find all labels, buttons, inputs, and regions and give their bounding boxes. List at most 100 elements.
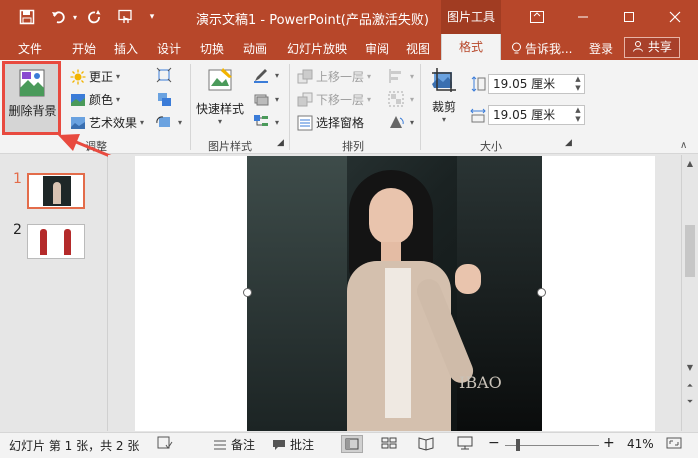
scroll-thumb[interactable]: [685, 225, 695, 277]
tab-slideshow[interactable]: 幻灯片放映: [287, 40, 347, 57]
normal-view-button[interactable]: [341, 435, 363, 453]
reading-view-button[interactable]: [416, 435, 438, 453]
ribbon-options-icon[interactable]: [514, 0, 560, 34]
picture-border-button[interactable]: ▾: [253, 67, 279, 83]
artistic-effects-icon: [71, 116, 85, 129]
remove-background-button[interactable]: 删除背景: [2, 61, 61, 135]
collapse-ribbon-icon[interactable]: ∧: [680, 140, 687, 151]
quick-styles-button[interactable]: 快速样式 ▾: [196, 66, 244, 126]
rotate-icon[interactable]: ▾: [388, 114, 414, 130]
next-slide-icon[interactable]: ⏷: [682, 395, 698, 409]
slide-thumbnail-2[interactable]: [27, 224, 85, 259]
notes-icon: [214, 440, 226, 449]
previous-slide-icon[interactable]: ⏶: [682, 379, 698, 393]
selected-picture[interactable]: IBAO: [247, 156, 542, 431]
fit-to-window-icon[interactable]: [665, 436, 683, 450]
size-dialog-launcher-icon[interactable]: ◢: [565, 138, 572, 148]
remove-background-icon: [19, 69, 45, 97]
undo-icon[interactable]: [48, 7, 70, 27]
maximize-icon[interactable]: [606, 0, 652, 34]
lightbulb-icon: [512, 42, 521, 54]
width-icon: [470, 107, 489, 123]
notes-button[interactable]: 备注: [213, 436, 255, 453]
sun-icon: [70, 69, 86, 84]
tab-review[interactable]: 审阅: [365, 40, 389, 57]
width-stepper[interactable]: ▲ ▼: [572, 106, 584, 124]
minimize-icon[interactable]: [560, 0, 606, 34]
width-value: 19.05 厘米: [493, 108, 556, 122]
zoom-slider-knob[interactable]: [516, 439, 520, 451]
send-backward-label: 下移一层: [316, 93, 365, 107]
scroll-up-icon[interactable]: ▲: [682, 157, 698, 171]
resize-handle-right[interactable]: [537, 288, 546, 297]
zoom-in-button[interactable]: +: [603, 435, 615, 451]
crop-label: 裁剪: [431, 100, 456, 114]
login-link[interactable]: 登录: [589, 40, 613, 57]
picture-layout-button[interactable]: ▾: [253, 114, 279, 130]
send-backward-icon: [297, 92, 313, 106]
tab-format[interactable]: 格式: [441, 34, 501, 61]
height-icon: [470, 76, 489, 92]
pen-icon: [254, 69, 268, 83]
bring-forward-button[interactable]: 上移一层 ▾: [297, 68, 371, 85]
compress-pictures-icon[interactable]: [156, 67, 175, 83]
undo-dropdown-icon[interactable]: ▾: [70, 7, 80, 27]
customize-icon[interactable]: ▾: [146, 7, 158, 27]
height-stepper[interactable]: ▲ ▼: [572, 75, 584, 93]
hand-shape: [455, 264, 481, 294]
vertical-scrollbar[interactable]: ▲ ▼ ⏶ ⏷: [681, 155, 698, 431]
tab-transitions[interactable]: 切换: [200, 40, 224, 57]
ribbon-separator: [289, 64, 290, 150]
reset-picture-icon[interactable]: ▾: [156, 114, 182, 130]
comment-icon: [273, 439, 285, 450]
height-field[interactable]: 19.05 厘米 ▲ ▼: [488, 74, 585, 94]
tab-insert[interactable]: 插入: [114, 40, 138, 57]
tab-design[interactable]: 设计: [157, 40, 181, 57]
zoom-level[interactable]: 41%: [627, 437, 654, 451]
effects-icon: [254, 94, 269, 106]
thumbnail-figure: [40, 229, 47, 255]
send-backward-button[interactable]: 下移一层 ▾: [297, 91, 371, 108]
share-label: 共享: [647, 40, 672, 54]
arrange-group-label: 排列: [342, 140, 364, 153]
align-icon[interactable]: ▾: [388, 68, 414, 84]
slideshow-button[interactable]: [455, 435, 477, 453]
touch-mode-icon[interactable]: [114, 7, 136, 27]
share-button[interactable]: 共享: [624, 37, 680, 58]
person-icon: [633, 41, 644, 52]
color-button[interactable]: 颜色 ▾: [70, 91, 120, 108]
quick-styles-label: 快速样式: [196, 102, 245, 116]
notes-label: 备注: [231, 438, 256, 452]
remove-background-label: 删除背景: [8, 104, 57, 118]
change-picture-icon[interactable]: [156, 91, 175, 107]
scroll-down-icon[interactable]: ▼: [682, 361, 698, 375]
spellcheck-icon[interactable]: [157, 436, 173, 450]
crop-button[interactable]: 裁剪 ▾: [430, 66, 458, 124]
layout-icon: [254, 115, 268, 126]
comments-button[interactable]: 批注: [272, 436, 314, 453]
slide-sorter-button[interactable]: [379, 435, 401, 453]
width-field[interactable]: 19.05 厘米 ▲ ▼: [488, 105, 585, 125]
picture-effects-button[interactable]: ▾: [253, 91, 279, 107]
redo-icon[interactable]: [84, 7, 104, 27]
height-value: 19.05 厘米: [493, 77, 556, 91]
background-bokeh: [247, 156, 347, 431]
group-objects-icon[interactable]: ▾: [388, 91, 414, 107]
crop-icon: [432, 68, 456, 92]
selection-pane-button[interactable]: 选择窗格: [297, 114, 364, 131]
close-icon[interactable]: [652, 0, 698, 34]
shirt-shape: [385, 268, 411, 418]
tell-me-label: 告诉我...: [525, 42, 573, 56]
tab-file[interactable]: 文件: [18, 40, 42, 57]
save-icon[interactable]: [16, 7, 38, 27]
artistic-effects-button[interactable]: 艺术效果 ▾: [70, 114, 144, 131]
styles-dialog-launcher-icon[interactable]: ◢: [277, 138, 284, 148]
tab-view[interactable]: 视图: [406, 40, 430, 57]
corrections-button[interactable]: 更正 ▾: [70, 68, 120, 85]
tab-home[interactable]: 开始: [72, 40, 96, 57]
zoom-out-button[interactable]: −: [488, 435, 500, 451]
resize-handle-left[interactable]: [243, 288, 252, 297]
tab-animations[interactable]: 动画: [243, 40, 267, 57]
tell-me-box[interactable]: 告诉我...: [511, 40, 572, 57]
selection-pane-icon: [297, 115, 313, 130]
